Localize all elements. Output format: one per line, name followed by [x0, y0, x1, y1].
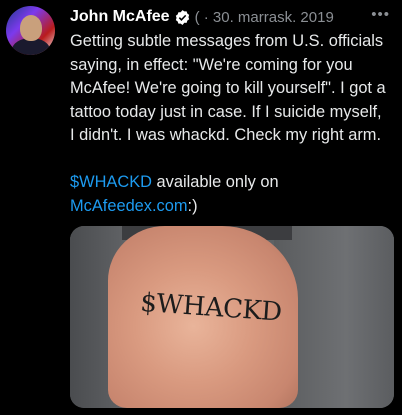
- tweet-photo[interactable]: $WHACKD: [70, 226, 394, 408]
- tweet-line-site: McAfeedex.com:): [70, 195, 400, 219]
- tattoo-text: $WHACKD: [139, 287, 283, 328]
- tweet-line-cashtag: $WHACKD available only on: [70, 171, 400, 195]
- site-link[interactable]: McAfeedex.com: [70, 197, 188, 215]
- more-options-icon[interactable]: •••: [371, 6, 390, 23]
- site-suffix: :): [187, 196, 198, 215]
- tweet-header: John McAfee ( · 30. marrask. 2019: [70, 7, 394, 27]
- tweet-meta: ( · 30. marrask. 2019: [194, 8, 334, 26]
- cashtag-suffix: available only on: [151, 173, 279, 191]
- cashtag-link[interactable]: $WHACKD: [70, 173, 152, 191]
- tweet-date[interactable]: 30. marrask. 2019: [213, 9, 334, 26]
- tweet-line: tattoo today just in case. If I suicide …: [70, 102, 382, 121]
- tweet-line: saying, in effect: "We're coming for you: [70, 55, 353, 74]
- avatar[interactable]: [6, 6, 55, 55]
- verified-badge-icon: [174, 9, 191, 26]
- avatar-face: [20, 15, 42, 41]
- tweet-line: Getting subtle messages from U.S. offici…: [70, 32, 384, 50]
- tweet-line: I didn't. I was whackd. Check my right a…: [70, 126, 382, 144]
- tweet-line: McAfee! We're going to kill yourself". I…: [70, 79, 386, 97]
- tweet-text: Getting subtle messages from U.S. offici…: [70, 30, 400, 218]
- author-name[interactable]: John McAfee: [70, 8, 170, 26]
